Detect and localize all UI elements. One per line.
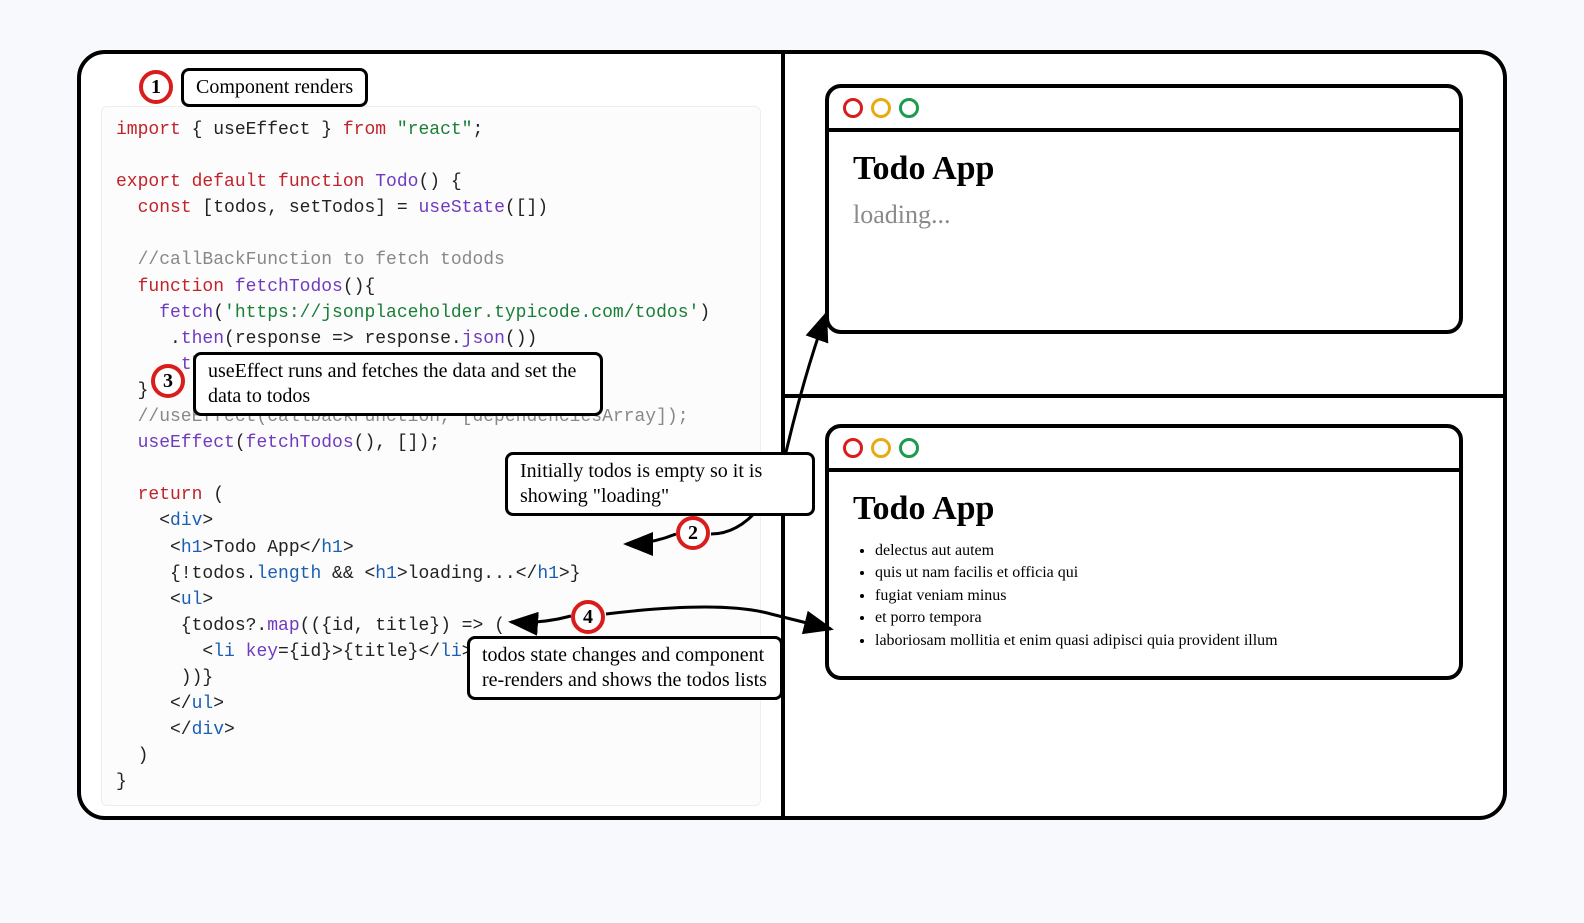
step-label-4: todos state changes and component re-ren… <box>467 636 783 700</box>
step-label-1: Component renders <box>181 68 368 107</box>
list-item: quis ut nam facilis et officia qui <box>875 562 1435 584</box>
todo-list: delectus aut autem quis ut nam facilis e… <box>853 540 1435 652</box>
traffic-light-red-icon <box>843 98 863 118</box>
browser-loading: Todo App loading... <box>825 84 1463 334</box>
badge-number: 2 <box>688 522 698 545</box>
traffic-light-yellow-icon <box>871 438 891 458</box>
traffic-light-green-icon <box>899 438 919 458</box>
list-item: fugiat veniam minus <box>875 585 1435 607</box>
badge-number: 4 <box>583 606 593 629</box>
browser-body: Todo App delectus aut autem quis ut nam … <box>829 472 1459 676</box>
browser-body: Todo App loading... <box>829 132 1459 254</box>
step-badge-1: 1 <box>139 70 173 104</box>
step-label-3: useEffect runs and fetches the data and … <box>193 352 603 416</box>
diagram-canvas: 1 Component renders 3 useEffect runs and… <box>77 50 1507 820</box>
traffic-light-red-icon <box>843 438 863 458</box>
badge-number: 1 <box>151 76 161 99</box>
app-title: Todo App <box>853 150 1435 188</box>
app-title: Todo App <box>853 490 1435 528</box>
list-item: delectus aut autem <box>875 540 1435 562</box>
list-item: et porro tempora <box>875 607 1435 629</box>
badge-number: 3 <box>163 370 173 393</box>
browser-loaded: Todo App delectus aut autem quis ut nam … <box>825 424 1463 680</box>
step-badge-3: 3 <box>151 364 185 398</box>
step-badge-4: 4 <box>571 600 605 634</box>
traffic-light-yellow-icon <box>871 98 891 118</box>
browser-titlebar <box>829 428 1459 472</box>
step-badge-2: 2 <box>676 516 710 550</box>
code-pane: 1 Component renders 3 useEffect runs and… <box>81 54 781 816</box>
list-item: laboriosam mollitia et enim quasi adipis… <box>875 630 1435 652</box>
step-label-2: Initially todos is empty so it is showin… <box>505 452 815 516</box>
horizontal-divider <box>785 394 1503 398</box>
browser-titlebar <box>829 88 1459 132</box>
traffic-light-green-icon <box>899 98 919 118</box>
preview-pane: Todo App loading... Todo App delectus au… <box>785 54 1503 816</box>
loading-text: loading... <box>853 200 1435 230</box>
